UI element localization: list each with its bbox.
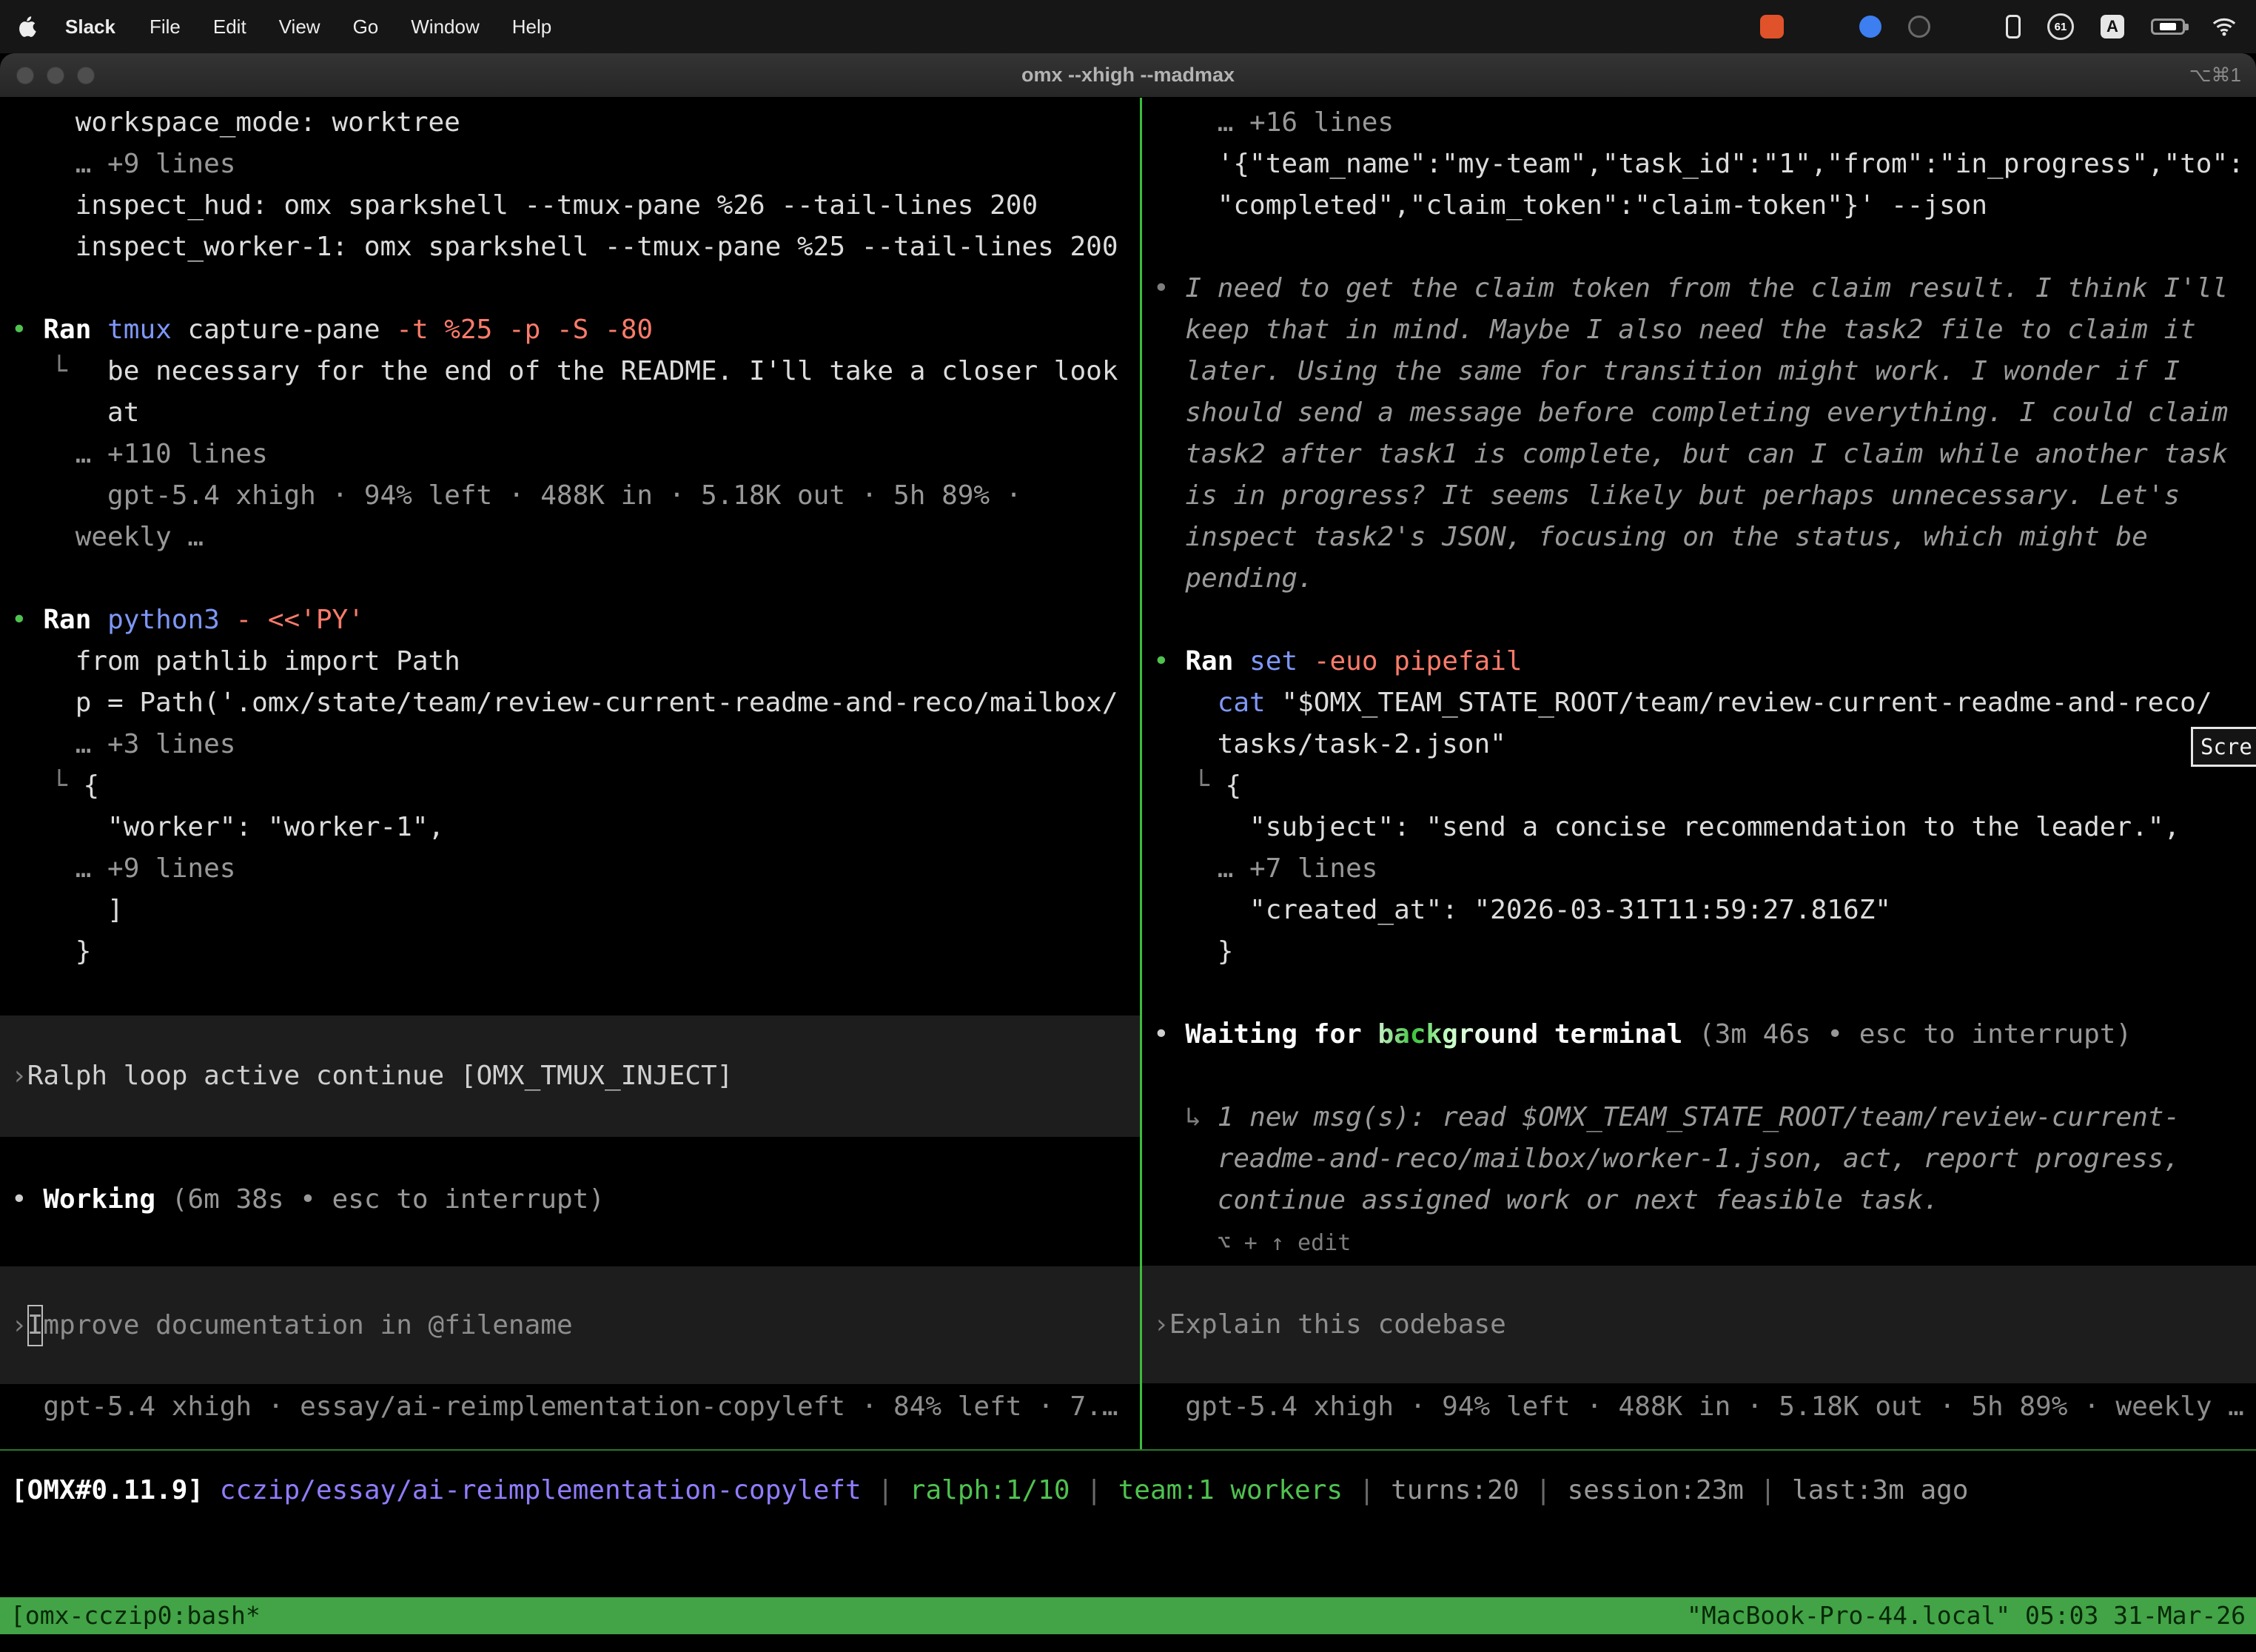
right-terminal-pane[interactable]: … +16 lines '{"team_name":"my-team","tas… xyxy=(1142,98,2256,1449)
session-duration: session:23m xyxy=(1568,1475,1744,1505)
battery-icon[interactable] xyxy=(2151,19,2185,35)
window-titlebar[interactable]: omx --xhigh --madmax ⌥⌘1 xyxy=(0,53,2256,98)
zoom-button[interactable] xyxy=(77,67,95,84)
chevron-icon: › xyxy=(11,1305,27,1346)
terminal-content: workspace_mode: worktree … +9 lines insp… xyxy=(0,98,2256,1652)
menu-help[interactable]: Help xyxy=(496,16,568,38)
minimize-button[interactable] xyxy=(47,67,64,84)
bullet-icon: • xyxy=(1153,273,1169,303)
menu-bar-left: Slack File Edit View Go Window Help xyxy=(19,16,568,38)
screen-sharing-tooltip: Scre xyxy=(2191,727,2256,767)
elbow-icon: └ xyxy=(1193,770,1209,801)
turns-counter: turns:20 xyxy=(1391,1475,1519,1505)
chevron-icon: › xyxy=(1153,1304,1169,1346)
macos-menu-bar: Slack File Edit View Go Window Help 61 A xyxy=(0,0,2256,53)
elbow-icon: └ xyxy=(51,356,67,386)
text-cursor: I xyxy=(27,1305,44,1346)
bullet-icon: • xyxy=(11,1184,27,1215)
phone-icon[interactable] xyxy=(2006,15,2021,38)
window-title: omx --xhigh --madmax xyxy=(0,64,2256,87)
bullet-icon: • xyxy=(1153,1019,1169,1050)
collapsed-lines-note: … +3 lines xyxy=(75,729,236,759)
bullet-icon: • xyxy=(1153,646,1169,676)
waiting-status-line: • Waiting for background terminal (3m 46… xyxy=(1153,1014,2256,1055)
grid-icon[interactable] xyxy=(1810,16,1833,38)
left-terminal-pane[interactable]: workspace_mode: worktree … +9 lines insp… xyxy=(0,98,1140,1449)
chevron-icon: › xyxy=(11,1055,27,1097)
collapsed-lines-note: … +9 lines xyxy=(75,149,236,179)
mailbox-notice: ↳ 1 new msg(s): read $OMX_TEAM_STATE_ROO… xyxy=(1153,1097,2256,1138)
menu-file[interactable]: File xyxy=(133,16,197,38)
ran-tmux-line: • Ran tmux capture-pane -t %25 -p -S -80 xyxy=(11,309,1140,351)
wifi-icon[interactable] xyxy=(2212,17,2237,36)
team-workers: team:1 workers xyxy=(1118,1475,1343,1505)
menu-view[interactable]: View xyxy=(263,16,337,38)
screen-recording-indicator-icon[interactable] xyxy=(1760,15,1784,38)
prompt-placeholder: Explain this codebase xyxy=(1169,1304,1506,1346)
edit-shortcut-hint: ⌥ + ↑ edit xyxy=(1218,1230,1352,1256)
terminal-window: omx --xhigh --madmax ⌥⌘1 workspace_mode:… xyxy=(0,53,2256,1652)
omx-branch-path: cczip/essay/ai-reimplementation-copyleft xyxy=(220,1475,862,1505)
input-source-icon[interactable]: A xyxy=(2101,15,2124,38)
return-arrow-icon: ↳ xyxy=(1185,1102,1201,1132)
apple-menu-icon[interactable] xyxy=(19,16,37,37)
prompt-placeholder: mprove documentation in @filename xyxy=(43,1305,572,1346)
bullet-icon: • xyxy=(11,605,27,635)
last-activity: last:3m ago xyxy=(1792,1475,1968,1505)
right-prompt-input[interactable]: › Explain this codebase xyxy=(1142,1266,2256,1383)
battery-percent-badge[interactable]: 61 xyxy=(2047,13,2074,40)
menu-edit[interactable]: Edit xyxy=(197,16,263,38)
collapsed-lines-note: … +110 lines xyxy=(75,439,268,469)
session-footer: gpt-5.4 xhigh · 94% left · 488K in · 5.1… xyxy=(1185,1391,2243,1422)
app-menu-slack[interactable]: Slack xyxy=(47,16,133,38)
log-line: inspect_hud: omx sparkshell --tmux-pane … xyxy=(75,190,1038,221)
injected-message-banner[interactable]: › Ralph loop active continue [OMX_TMUX_I… xyxy=(0,1015,1140,1137)
close-button[interactable] xyxy=(16,67,34,84)
tmux-session-name: [omx-cczip0:bash* xyxy=(10,1595,261,1636)
collapsed-lines-note: … +9 lines xyxy=(75,853,236,884)
tmux-status-bar: [omx-cczip0:bash* "MacBook-Pro-44.local"… xyxy=(0,1597,2256,1634)
session-footer: gpt-5.4 xhigh · essay/ai-reimplementatio… xyxy=(43,1391,1118,1422)
ran-python-line: • Ran python3 - <<'PY' xyxy=(11,600,1140,641)
bullet-icon: • xyxy=(11,315,27,345)
tmux-host-clock: "MacBook-Pro-44.local" 05:03 31-Mar-26 xyxy=(1687,1595,2246,1636)
window-shortcut-hint: ⌥⌘1 xyxy=(2189,64,2241,87)
left-prompt-input[interactable]: › Improve documentation in @filename xyxy=(0,1266,1140,1384)
omx-version: [OMX#0.11.9] xyxy=(11,1475,204,1505)
menu-go[interactable]: Go xyxy=(337,16,395,38)
dark-disc-icon[interactable] xyxy=(1908,16,1930,38)
collapsed-lines-note: … +7 lines xyxy=(1218,853,1378,884)
working-status-line: • Working (6m 38s • esc to interrupt) xyxy=(11,1179,1140,1220)
menu-bar-status-area: 61 A xyxy=(1760,13,2237,40)
omx-status-line: [OMX#0.11.9] cczip/essay/ai-reimplementa… xyxy=(11,1470,1968,1511)
elbow-icon: └ xyxy=(51,770,67,801)
menu-window[interactable]: Window xyxy=(395,16,495,38)
blue-app-icon[interactable] xyxy=(1859,16,1881,38)
collapsed-lines-note: … +16 lines xyxy=(1218,107,1394,138)
ran-set-line: • Ran set -euo pipefail xyxy=(1153,641,2256,682)
dots-grid-icon[interactable] xyxy=(1957,16,1979,38)
traffic-lights xyxy=(0,67,95,84)
log-line: inspect_worker-1: omx sparkshell --tmux-… xyxy=(75,232,1118,262)
pane-bottom-border xyxy=(0,1449,2256,1451)
ralph-counter: ralph:1/10 xyxy=(910,1475,1070,1505)
log-line: workspace_mode: worktree xyxy=(75,107,460,138)
thinking-block: • I need to get the claim token from the… xyxy=(1153,268,2256,309)
